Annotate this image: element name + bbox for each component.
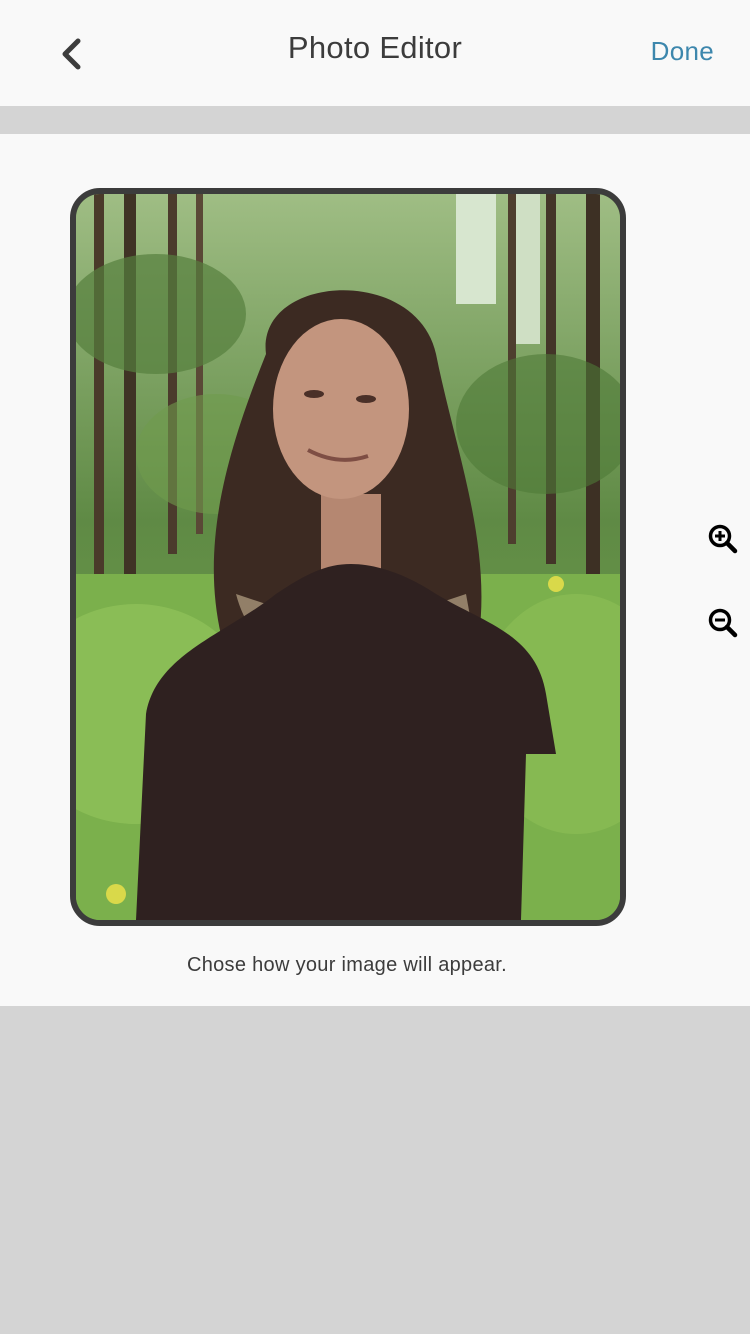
- photo-crop-frame[interactable]: [70, 188, 626, 926]
- header-divider: [0, 106, 750, 134]
- page-title: Photo Editor: [287, 30, 463, 65]
- zoom-in-button[interactable]: [706, 522, 740, 556]
- photo-editor-panel: Chose how your image will appear.: [0, 134, 750, 1006]
- zoom-out-icon: [708, 608, 738, 638]
- empty-background-area: [0, 1006, 750, 1334]
- header-bar: Photo Editor Done: [0, 0, 750, 106]
- photo-caption: Chose how your image will appear.: [186, 954, 508, 976]
- done-button[interactable]: Done: [651, 36, 714, 67]
- zoom-in-icon: [708, 524, 738, 554]
- profile-photo: [76, 194, 620, 920]
- zoom-out-button[interactable]: [706, 606, 740, 640]
